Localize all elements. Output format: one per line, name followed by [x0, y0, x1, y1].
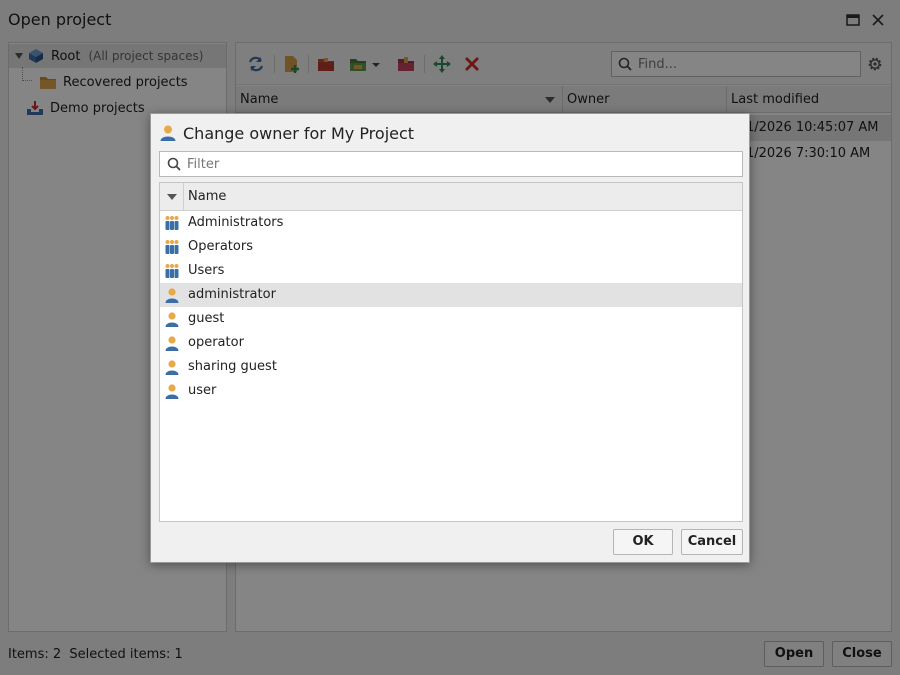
- list-item-label: user: [188, 383, 217, 398]
- owner-list-header: Name: [160, 183, 742, 211]
- list-item-label: guest: [188, 311, 225, 326]
- ok-button[interactable]: OK: [613, 529, 673, 555]
- chevron-down-icon[interactable]: [167, 193, 177, 201]
- dialog-title: Change owner for My Project: [183, 123, 415, 143]
- list-item[interactable]: Users: [160, 259, 742, 283]
- list-item-label: Administrators: [188, 215, 284, 230]
- change-owner-dialog: Change owner for My Project Name Adminis…: [150, 113, 750, 563]
- user-icon: [165, 288, 179, 303]
- group-icon: [165, 216, 179, 230]
- list-item[interactable]: sharing guest: [160, 355, 742, 379]
- list-item[interactable]: administrator: [160, 283, 742, 307]
- filter-input[interactable]: [187, 156, 727, 172]
- list-item-label: Users: [188, 263, 225, 278]
- sort-toggle[interactable]: [160, 183, 184, 210]
- group-icon: [165, 240, 179, 254]
- search-icon: [167, 157, 181, 171]
- dialog-header: Change owner for My Project: [159, 122, 414, 144]
- list-item-label: administrator: [188, 287, 276, 302]
- owner-list: Name Administrators Operators Users admi…: [159, 182, 743, 522]
- filter-box[interactable]: [159, 151, 743, 177]
- list-item-label: sharing guest: [188, 359, 277, 374]
- user-icon: [160, 125, 176, 141]
- user-icon: [165, 384, 179, 399]
- list-item-label: operator: [188, 335, 244, 350]
- list-item[interactable]: Operators: [160, 235, 742, 259]
- group-icon: [165, 264, 179, 278]
- cancel-button[interactable]: Cancel: [681, 529, 743, 555]
- user-icon: [165, 312, 179, 327]
- user-icon: [165, 360, 179, 375]
- list-item-label: Operators: [188, 239, 253, 254]
- list-item[interactable]: guest: [160, 307, 742, 331]
- list-item[interactable]: Administrators: [160, 211, 742, 235]
- list-item[interactable]: operator: [160, 331, 742, 355]
- user-icon: [165, 336, 179, 351]
- list-item[interactable]: user: [160, 379, 742, 403]
- column-header-name[interactable]: Name: [188, 183, 226, 210]
